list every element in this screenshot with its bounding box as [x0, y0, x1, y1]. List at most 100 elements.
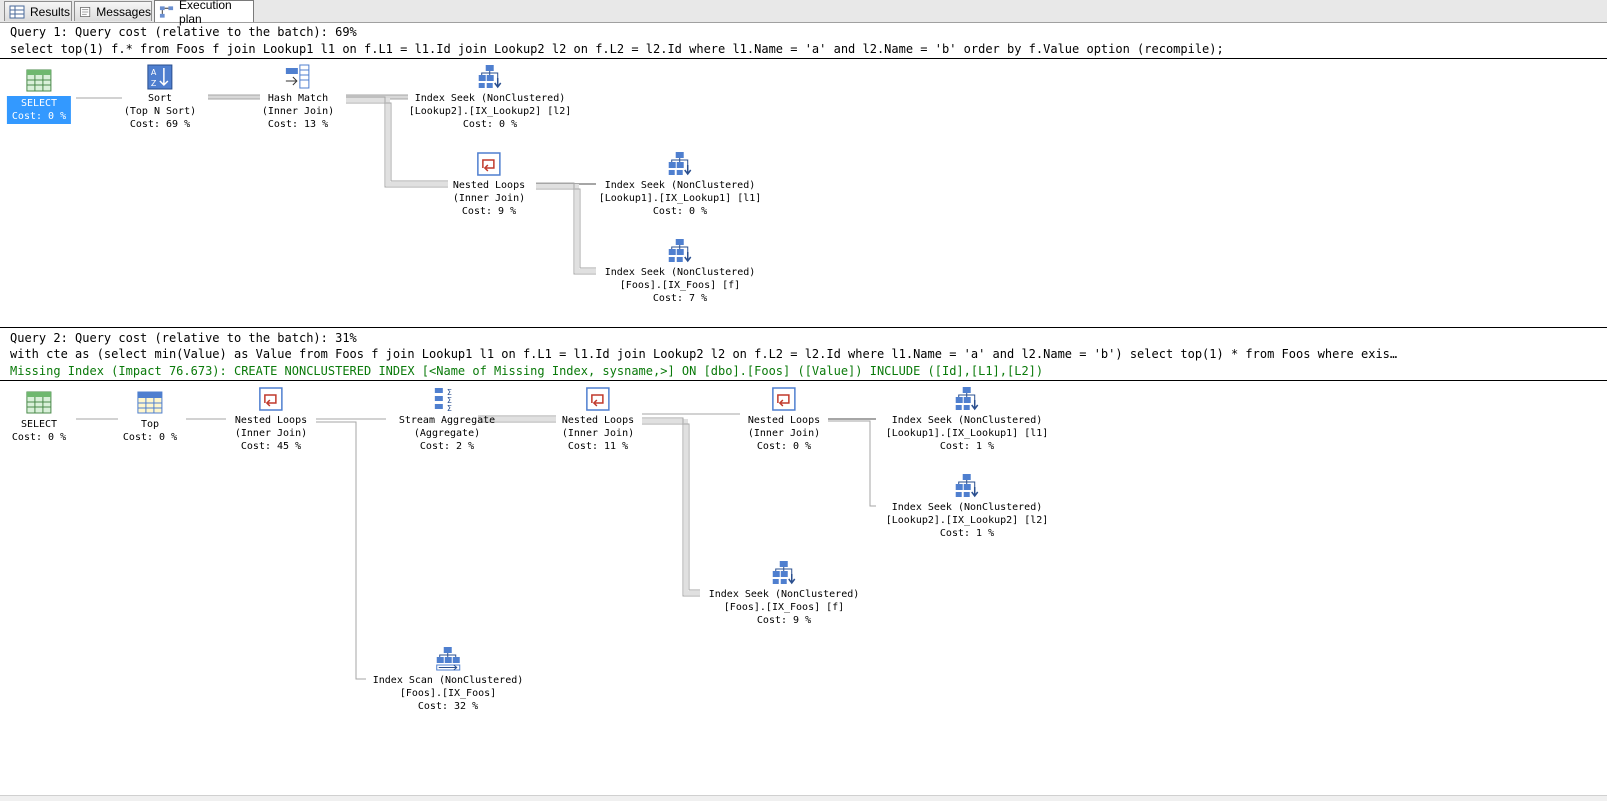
q1-index-seek-foos[interactable]: Index Seek (NonClustered) [Foos].[IX_Foo… [603, 238, 758, 305]
q2-nlb-detail: (Inner Join) [561, 428, 635, 439]
nested-loops-icon [772, 387, 796, 411]
q2-nlc-cost: Cost: 0 % [756, 441, 812, 452]
sort-icon: A Z [147, 64, 173, 90]
q1-select-operator[interactable]: SELECT Cost: 0 % [6, 68, 72, 124]
q1-seekl1-object: [Lookup1].[IX_Lookup1] [l1] [598, 193, 762, 204]
select-result-icon [26, 69, 52, 92]
results-grid-icon [9, 5, 25, 18]
q2-index-scan-foos[interactable]: Index Scan (NonClustered) [Foos].[IX_Foo… [371, 646, 526, 713]
q2-seekl1-cost: Cost: 1 % [939, 441, 995, 452]
q2-select-cost: Cost: 0 % [11, 432, 67, 443]
q1-seekl2-name: Index Seek (NonClustered) [414, 93, 566, 104]
q2-seekl1-name: Index Seek (NonClustered) [891, 415, 1043, 426]
q1-seekl1-cost: Cost: 0 % [652, 206, 708, 217]
q2-seekf-object: [Foos].[IX_Foos] [f] [723, 602, 845, 613]
q2-seekf-cost: Cost: 9 % [756, 615, 812, 626]
svg-text:Σ: Σ [447, 404, 452, 412]
q1-hash-match-operator[interactable]: Hash Match (Inner Join) Cost: 13 % [260, 64, 336, 131]
top-icon [137, 391, 163, 414]
q1-sort-operator[interactable]: A Z Sort (Top N Sort) Cost: 69 % [122, 64, 198, 131]
q1-nested-loops-operator[interactable]: Nested Loops (Inner Join) Cost: 9 % [451, 151, 527, 218]
q1-arrow-seekf-nested [536, 184, 596, 273]
q2-index-seek-lookup2[interactable]: Index Seek (NonClustered) [Lookup2].[IX_… [884, 473, 1051, 540]
q1-seekf-cost: Cost: 7 % [652, 293, 708, 304]
q2-agg-name: Stream Aggregate [398, 415, 496, 426]
q1-nested-cost: Cost: 9 % [461, 206, 517, 217]
q2-index-seek-lookup1[interactable]: Index Seek (NonClustered) [Lookup1].[IX_… [884, 386, 1051, 453]
q2-seekl2-name: Index Seek (NonClustered) [891, 502, 1043, 513]
q1-sort-detail: (Top N Sort) [123, 106, 197, 117]
index-seek-icon [956, 387, 979, 411]
query1-header: Query 1: Query cost (relative to the bat… [10, 25, 357, 39]
q1-select-name: SELECT [20, 98, 58, 109]
q1-index-seek-lookup2[interactable]: Index Seek (NonClustered) [Lookup2].[IX_… [407, 64, 574, 131]
q1-index-seek-lookup1[interactable]: Index Seek (NonClustered) [Lookup1].[IX_… [597, 151, 764, 218]
q2-agg-cost: Cost: 2 % [419, 441, 475, 452]
q1-sort-cost: Cost: 69 % [129, 119, 191, 130]
q2-seekl1-object: [Lookup1].[IX_Lookup1] [l1] [885, 428, 1049, 439]
hash-match-icon [286, 64, 310, 89]
q1-seekl2-cost: Cost: 0 % [462, 119, 518, 130]
index-seek-icon [668, 239, 692, 263]
index-seek-icon [956, 474, 979, 498]
q1-hash-name: Hash Match [267, 93, 329, 104]
q2-top-operator[interactable]: Top Cost: 0 % [121, 390, 179, 444]
q2-select-name: SELECT [20, 419, 58, 430]
q2-scan-name: Index Scan (NonClustered) [372, 675, 524, 686]
index-seek-icon [479, 65, 502, 89]
tab-execution-plan[interactable]: Execution plan [154, 0, 254, 26]
q1-sort-name: Sort [147, 93, 173, 104]
q2-seekl2-object: [Lookup2].[IX_Lookup2] [l2] [885, 515, 1049, 526]
q2-arrow-seekl2-nlc [828, 420, 876, 507]
svg-text:Z: Z [151, 79, 157, 88]
q1-seekl1-name: Index Seek (NonClustered) [604, 180, 756, 191]
tab-results-label: Results [30, 4, 71, 19]
bottom-status-strip [0, 795, 1607, 801]
q1-seekl2-object: [Lookup2].[IX_Lookup2] [l2] [408, 106, 572, 117]
q1-seekf-object: [Foos].[IX_Foos] [f] [619, 280, 741, 291]
stream-aggregate-icon: Σ Σ Σ [434, 388, 452, 412]
q2-nlb-cost: Cost: 11 % [567, 441, 629, 452]
index-seek-icon [669, 152, 692, 176]
tab-results[interactable]: Results [4, 1, 72, 21]
index-seek-icon [772, 561, 796, 585]
q2-scan-cost: Cost: 32 % [417, 701, 479, 712]
q2-nested-loops-c[interactable]: Nested Loops (Inner Join) Cost: 0 % [746, 386, 822, 453]
q2-arrow-seekf-nlb [642, 419, 700, 595]
tab-messages-label: Messages [96, 4, 151, 19]
q2-seekl2-cost: Cost: 1 % [939, 528, 995, 539]
q1-hash-detail: (Inner Join) [261, 106, 335, 117]
query1-sql: select top(1) f.* from Foos f join Looku… [10, 42, 1224, 56]
q2-nla-name: Nested Loops [234, 415, 308, 426]
messages-icon [80, 6, 91, 17]
q2-nla-detail: (Inner Join) [234, 428, 308, 439]
q2-agg-detail: (Aggregate) [413, 428, 481, 439]
q2-index-seek-foos[interactable]: Index Seek (NonClustered) [Foos].[IX_Foo… [707, 560, 862, 627]
q1-seekf-name: Index Seek (NonClustered) [604, 267, 756, 278]
query2-sql: with cte as (select min(Value) as Value … [10, 347, 1398, 361]
q2-nlc-detail: (Inner Join) [747, 428, 821, 439]
q2-scan-object: [Foos].[IX_Foos] [399, 688, 497, 699]
q2-nlc-name: Nested Loops [747, 415, 821, 426]
query1-separator [0, 58, 1607, 59]
q2-stream-aggregate[interactable]: Σ Σ Σ Stream Aggregate (Aggregate) Cost:… [397, 386, 497, 453]
missing-index-hint[interactable]: Missing Index (Impact 76.673): CREATE NO… [10, 363, 1043, 379]
q1-select-cost: Cost: 0 % [11, 111, 67, 122]
execution-plan-icon [159, 5, 174, 18]
select-result-icon [26, 391, 52, 414]
q2-seekf-name: Index Seek (NonClustered) [708, 589, 860, 600]
q2-select-operator[interactable]: SELECT Cost: 0 % [10, 390, 68, 444]
q1-nested-name: Nested Loops [452, 180, 526, 191]
tab-messages[interactable]: Messages [74, 1, 152, 21]
q2-nla-cost: Cost: 45 % [240, 441, 302, 452]
nested-loops-icon [586, 387, 610, 411]
q2-nested-loops-b[interactable]: Nested Loops (Inner Join) Cost: 11 % [560, 386, 636, 453]
nested-loops-icon [477, 152, 501, 176]
query2-separator [0, 380, 1607, 381]
svg-text:A: A [151, 68, 157, 77]
q2-top-name: Top [140, 419, 160, 430]
q1-nested-detail: (Inner Join) [452, 193, 526, 204]
result-tab-strip: Results Messages Execution plan [0, 0, 1607, 26]
query2-top-separator [0, 327, 1607, 328]
q2-nested-loops-a[interactable]: Nested Loops (Inner Join) Cost: 45 % [233, 386, 309, 453]
